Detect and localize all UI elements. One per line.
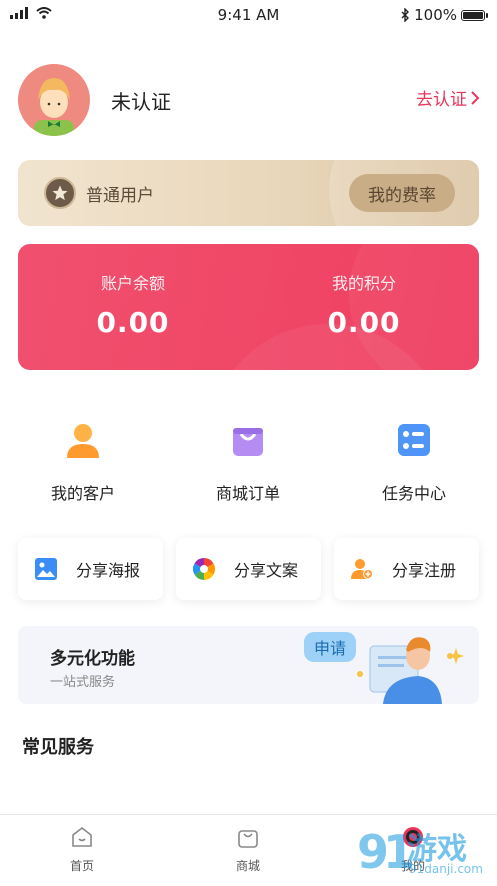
account-balance-label: 账户余额: [100, 274, 165, 293]
share-label: 分享注册: [392, 561, 457, 580]
quick-action-label: 任务中心: [381, 484, 446, 503]
add-user-icon: [351, 559, 373, 579]
tab-shop[interactable]: 商城: [208, 825, 288, 874]
tab-label: 首页: [69, 859, 94, 873]
shopping-bag-icon: [228, 420, 268, 460]
watermark-url: 91danji.com: [409, 862, 483, 876]
balance-card: 账户余额 0.00 我的积分 0.00: [18, 244, 479, 370]
promo-subtitle: 一站式服务: [50, 675, 116, 690]
shop-bag-icon: [238, 830, 258, 848]
share-poster-button[interactable]: 分享海报: [18, 538, 163, 600]
status-bar: 9:41 AM 100%: [0, 0, 497, 30]
avatar-illustration-icon: [34, 78, 74, 136]
quick-action-customers[interactable]: 我的客户: [3, 420, 163, 504]
battery-percent: 100%: [414, 6, 457, 24]
membership-card: 普通用户 我的费率: [18, 160, 479, 226]
aperture-icon: [193, 558, 215, 580]
share-label: 分享文案: [234, 561, 299, 580]
verification-status: 未认证: [111, 90, 171, 114]
chevron-right-icon: [471, 90, 479, 105]
promo-title: 多元化功能: [50, 649, 135, 669]
share-label: 分享海报: [76, 561, 141, 580]
section-title: 常见服务: [22, 737, 94, 758]
share-register-button[interactable]: 分享注册: [334, 538, 479, 600]
avatar[interactable]: [18, 64, 90, 136]
verify-link-label: 去认证: [416, 90, 467, 110]
quick-action-label: 商城订单: [215, 484, 280, 503]
star-icon: [44, 177, 76, 209]
account-balance[interactable]: 账户余额 0.00: [18, 270, 248, 339]
my-points-value: 0.00: [327, 306, 401, 339]
image-icon: [35, 558, 57, 580]
apply-badge[interactable]: 申请: [304, 632, 357, 662]
my-points[interactable]: 我的积分 0.00: [249, 270, 479, 339]
task-list-icon: [394, 420, 434, 460]
battery-group: 100%: [401, 6, 488, 24]
promo-illustration-icon: [357, 637, 464, 704]
tab-label: 商城: [235, 859, 260, 873]
promo-banner[interactable]: 多元化功能 一站式服务 申请: [18, 626, 479, 704]
share-copy-button[interactable]: 分享文案: [176, 538, 321, 600]
bluetooth-icon: [401, 8, 410, 22]
verify-link[interactable]: 去认证: [416, 85, 479, 110]
watermark-logo: 9 1 游戏 91danji.com: [355, 822, 495, 882]
member-level: 普通用户: [86, 186, 154, 206]
tab-home[interactable]: 首页: [42, 825, 122, 874]
account-balance-value: 0.00: [96, 306, 170, 339]
battery-icon: [461, 9, 488, 21]
home-icon: [72, 826, 92, 847]
my-rate-button[interactable]: 我的费率: [349, 174, 455, 212]
user-icon: [63, 420, 103, 460]
quick-action-label: 我的客户: [50, 484, 115, 503]
quick-action-orders[interactable]: 商城订单: [168, 420, 328, 504]
my-points-label: 我的积分: [331, 274, 396, 293]
quick-action-tasks[interactable]: 任务中心: [334, 420, 494, 504]
